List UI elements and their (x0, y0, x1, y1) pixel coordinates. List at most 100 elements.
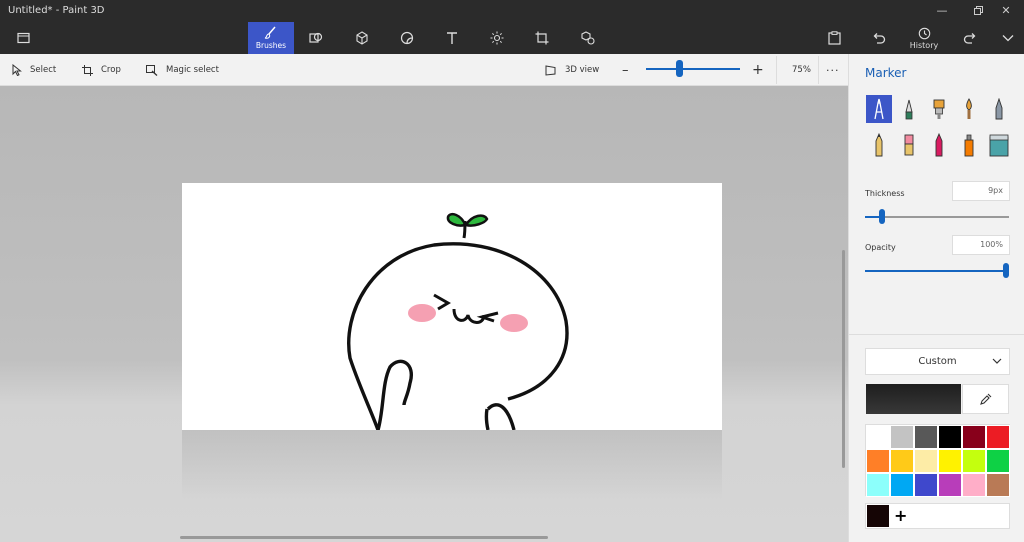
color-swatch[interactable] (938, 473, 962, 497)
3d-view-label: 3D view (565, 65, 600, 75)
sticker-icon (400, 31, 414, 45)
zoom-slider-thumb[interactable] (676, 60, 684, 77)
minus-icon: – (622, 62, 629, 78)
tab-3d-library[interactable] (565, 22, 611, 54)
magic-select-button[interactable]: Magic select (146, 62, 219, 78)
color-swatch[interactable] (962, 425, 986, 449)
horizontal-scrollbar[interactable] (180, 536, 548, 539)
minimize-button[interactable]: — (928, 2, 956, 18)
custom-colors-row: + (865, 503, 1010, 529)
pixel-pen-icon (995, 98, 1003, 120)
color-swatch[interactable] (986, 473, 1010, 497)
opacity-input[interactable]: 100% (952, 235, 1010, 255)
chevron-down-icon (1002, 35, 1014, 42)
brush-pencil[interactable] (866, 131, 892, 159)
current-color-swatch[interactable] (866, 384, 961, 414)
zoom-slider-track[interactable] (646, 68, 740, 70)
drawing-canvas[interactable] (182, 183, 722, 430)
cube-icon (356, 31, 368, 45)
brush-eraser[interactable] (896, 131, 922, 159)
redo-button[interactable] (957, 22, 983, 54)
tab-stickers[interactable] (384, 22, 430, 54)
tab-brushes-label: Brushes (255, 41, 287, 50)
select-button[interactable]: Select (12, 62, 56, 78)
color-swatch[interactable] (962, 449, 986, 473)
close-button[interactable]: ✕ (992, 2, 1020, 18)
eyedropper-icon (979, 393, 991, 405)
tab-effects[interactable] (474, 22, 520, 54)
more-options-button[interactable]: ··· (826, 62, 840, 78)
3d-view-button[interactable]: 3D view (545, 62, 599, 78)
left-eye (433, 293, 451, 311)
library-icon (581, 31, 595, 45)
color-swatch[interactable] (938, 425, 962, 449)
crop-button[interactable]: Crop (82, 62, 121, 78)
toolbar-separator (776, 56, 777, 84)
expand-menu-button[interactable] (996, 22, 1020, 54)
brush-pixel-pen[interactable] (986, 95, 1012, 123)
history-icon (918, 27, 930, 39)
brush-crayon[interactable] (926, 131, 952, 159)
brush-calligraphy-pen[interactable] (896, 95, 922, 123)
tab-text[interactable] (429, 22, 475, 54)
magic-select-label: Magic select (166, 65, 219, 75)
color-swatch[interactable] (890, 473, 914, 497)
close-icon: ✕ (1001, 3, 1011, 17)
color-swatch[interactable] (914, 449, 938, 473)
zoom-in-button[interactable]: + (752, 62, 764, 78)
color-mode-label: Custom (918, 356, 957, 367)
tab-brushes[interactable]: Brushes (248, 22, 294, 54)
color-swatch[interactable] (866, 473, 890, 497)
color-swatch[interactable] (866, 425, 890, 449)
tab-3d-shapes[interactable] (339, 22, 385, 54)
restore-icon (973, 5, 983, 15)
tab-canvas[interactable] (519, 22, 565, 54)
add-color-button[interactable]: + (894, 505, 907, 527)
color-mode-dropdown[interactable]: Custom (865, 348, 1010, 375)
opacity-slider-thumb[interactable] (1003, 263, 1009, 278)
brush-watercolor[interactable] (956, 95, 982, 123)
brush-panel: Marker Thickness 9px Opacity 100% Custom (848, 54, 1024, 542)
tab-2d-shapes[interactable] (293, 22, 339, 54)
menu-button[interactable] (12, 26, 36, 50)
drawing (347, 213, 569, 430)
opacity-slider-track[interactable] (865, 270, 1009, 272)
color-swatch[interactable] (914, 473, 938, 497)
color-swatch[interactable] (866, 449, 890, 473)
left-blush (408, 304, 436, 322)
brush-fill[interactable] (986, 131, 1012, 159)
color-swatch[interactable] (986, 449, 1010, 473)
thickness-slider-track[interactable] (865, 216, 1009, 218)
color-swatch[interactable] (938, 449, 962, 473)
thickness-slider-thumb[interactable] (878, 209, 885, 224)
color-swatch[interactable] (962, 473, 986, 497)
history-button[interactable]: History (904, 22, 944, 54)
vertical-scrollbar[interactable] (842, 250, 845, 468)
panel-divider (849, 334, 1024, 335)
pencil-icon (875, 133, 883, 157)
undo-button[interactable] (866, 22, 892, 54)
select-label: Select (30, 65, 57, 75)
color-swatch[interactable] (914, 425, 938, 449)
calligraphy-pen-icon (905, 99, 913, 120)
custom-color-swatch[interactable] (867, 505, 889, 527)
folder-icon (17, 32, 30, 44)
3d-view-icon (545, 64, 556, 76)
right-paw (484, 403, 516, 430)
brush-oil[interactable] (926, 95, 952, 123)
thickness-input[interactable]: 9px (952, 181, 1010, 201)
color-swatch[interactable] (890, 449, 914, 473)
color-swatch[interactable] (890, 425, 914, 449)
brush-marker[interactable] (866, 95, 892, 123)
chevron-down-icon (992, 358, 1002, 364)
sun-icon (490, 31, 504, 45)
paste-button[interactable] (822, 22, 846, 54)
crop-label: Crop (101, 65, 121, 75)
brush-spray-can[interactable] (956, 131, 982, 159)
zoom-out-button[interactable]: – (622, 62, 629, 78)
maximize-button[interactable] (964, 2, 992, 18)
marker-icon (874, 98, 884, 120)
minimize-icon: — (936, 3, 948, 17)
eyedropper-button[interactable] (962, 384, 1009, 414)
color-swatch[interactable] (986, 425, 1010, 449)
